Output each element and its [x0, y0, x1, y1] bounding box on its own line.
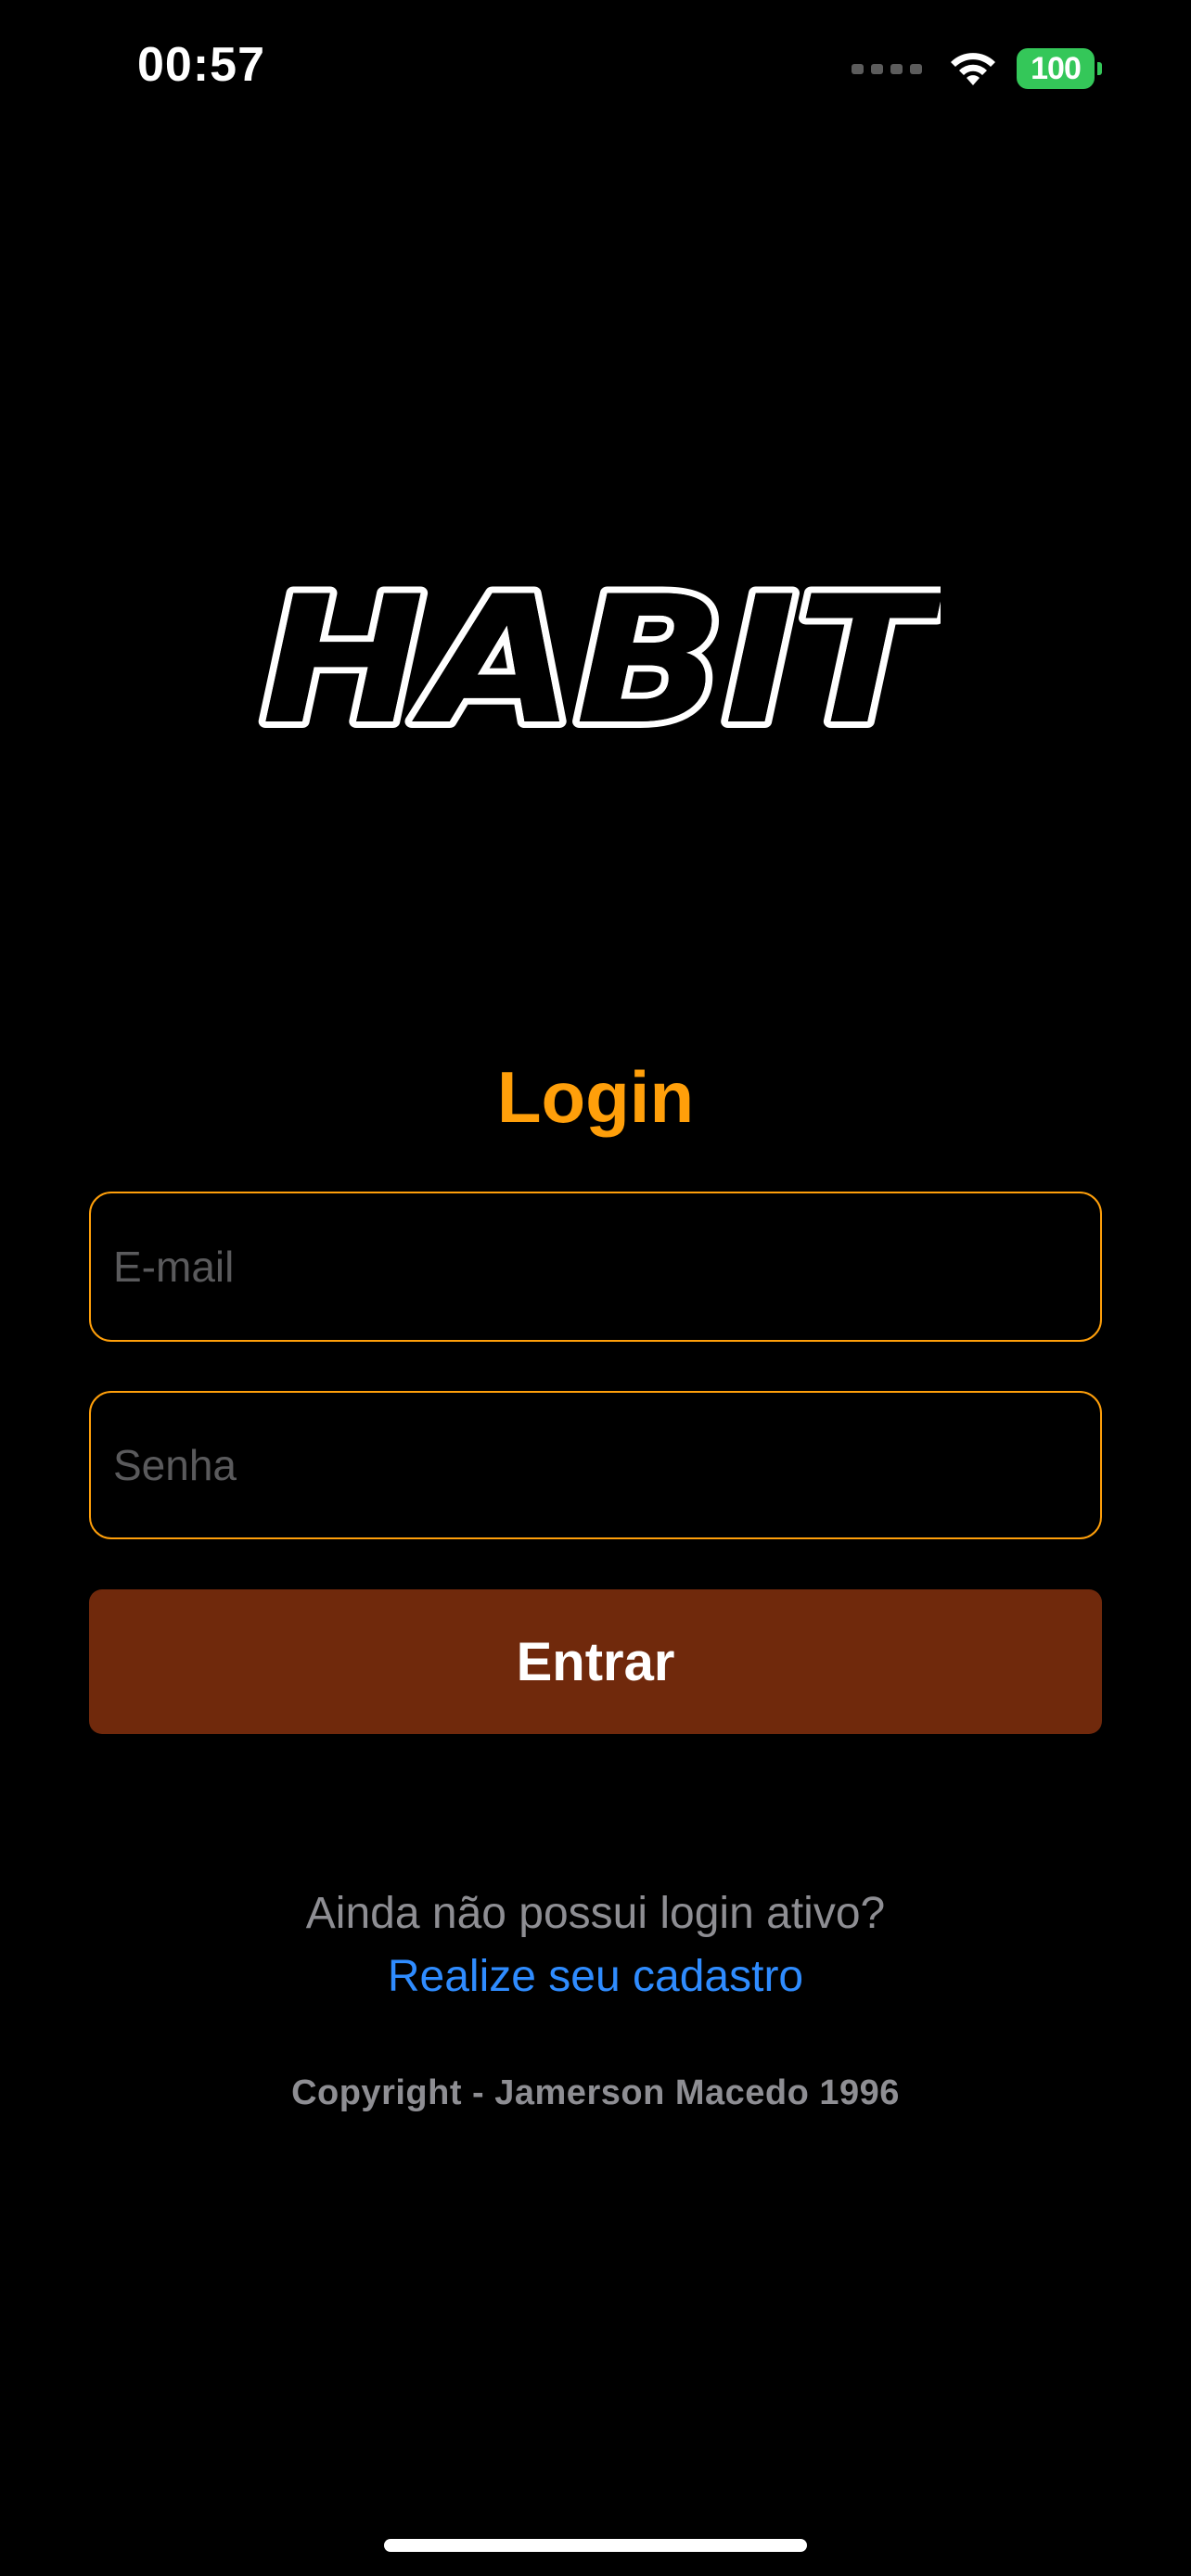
status-time: 00:57 [137, 38, 265, 92]
login-button[interactable]: Entrar [89, 1589, 1102, 1734]
cellular-signal-icon [852, 63, 922, 74]
status-icons: 100 [852, 41, 1102, 96]
signup-link[interactable]: Realize seu cadastro [0, 1951, 1191, 2002]
password-field[interactable] [89, 1391, 1102, 1539]
copyright-text: Copyright - Jamerson Macedo 1996 [291, 2073, 900, 2112]
habit-logo-image: HABIT HABIT [255, 566, 941, 751]
wifi-icon [951, 53, 995, 85]
battery-icon: 100 [1017, 48, 1102, 89]
home-indicator[interactable] [384, 2539, 807, 2552]
habit-logo: HABIT HABIT [250, 566, 941, 751]
email-field[interactable] [89, 1192, 1102, 1342]
login-title: Login [496, 1056, 695, 1138]
battery-level: 100 [1017, 48, 1095, 89]
svg-text:HABIT: HABIT [262, 566, 941, 751]
signup-question: Ainda não possui login ativo? [305, 1889, 886, 1938]
